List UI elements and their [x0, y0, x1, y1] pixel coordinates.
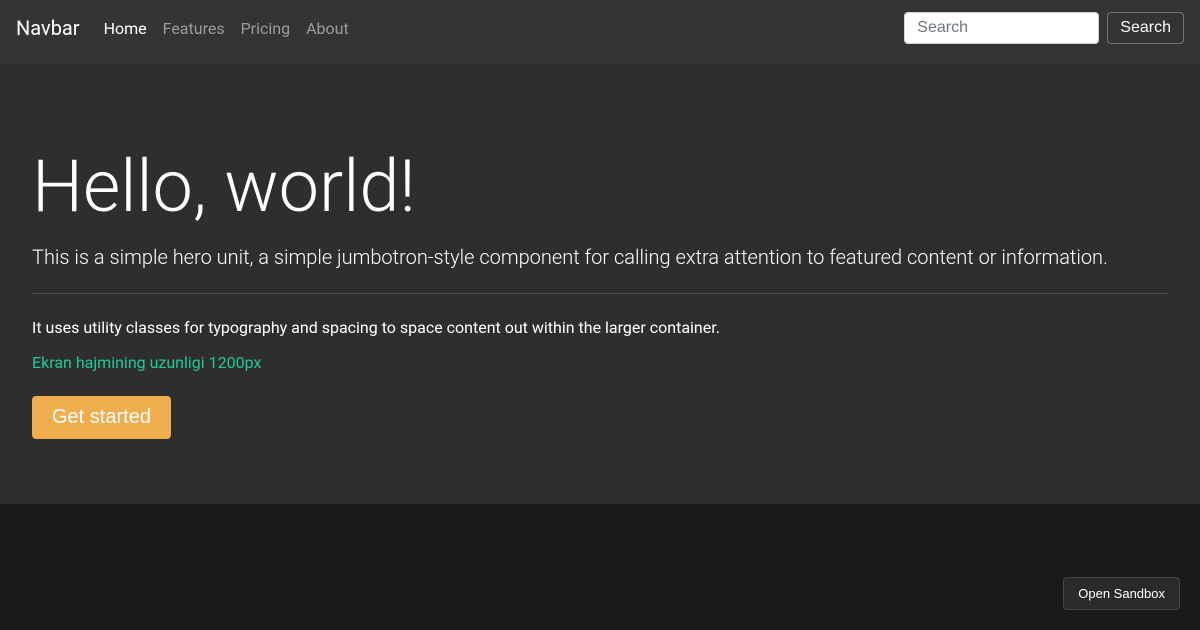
search-input[interactable]: [904, 12, 1099, 44]
nav-links: Home Features Pricing About: [96, 11, 357, 46]
jumbotron-info: Ekran hajmining uzunligi 1200px: [32, 353, 1168, 372]
nav-link-pricing[interactable]: Pricing: [241, 19, 291, 38]
jumbotron-lead: This is a simple hero unit, a simple jum…: [32, 245, 1168, 269]
jumbotron: Hello, world! This is a simple hero unit…: [0, 64, 1200, 504]
navbar-left: Navbar Home Features Pricing About: [16, 8, 357, 48]
nav-item-features[interactable]: Features: [155, 11, 233, 46]
jumbotron-heading: Hello, world!: [32, 144, 1168, 229]
jumbotron-divider: [32, 293, 1168, 294]
nav-link-about[interactable]: About: [306, 19, 349, 38]
navbar-brand[interactable]: Navbar: [16, 8, 80, 48]
jumbotron-body: It uses utility classes for typography a…: [32, 318, 1168, 337]
nav-item-pricing[interactable]: Pricing: [233, 11, 299, 46]
navbar-right: Search: [904, 12, 1184, 44]
nav-item-home[interactable]: Home: [96, 11, 155, 46]
nav-link-home[interactable]: Home: [104, 19, 147, 38]
get-started-button[interactable]: Get started: [32, 396, 171, 439]
navbar: Navbar Home Features Pricing About Searc…: [0, 0, 1200, 64]
nav-link-features[interactable]: Features: [163, 19, 225, 38]
open-sandbox-button[interactable]: Open Sandbox: [1063, 577, 1180, 610]
search-button[interactable]: Search: [1107, 12, 1184, 44]
nav-item-about[interactable]: About: [298, 11, 357, 46]
